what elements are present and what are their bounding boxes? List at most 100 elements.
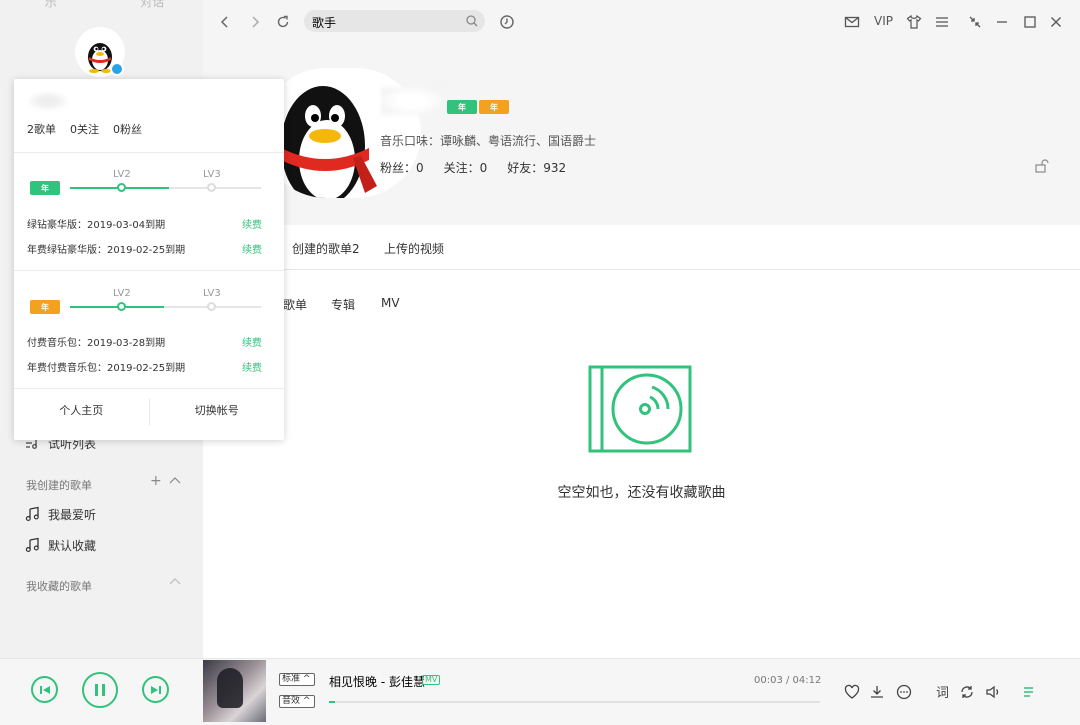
green-diamond-level: 年 LV2 LV3 (30, 169, 266, 199)
subtab-albums[interactable]: 专辑 (331, 296, 355, 313)
vip-expiry-text: 年费付费音乐包：2019-02-25到期 (27, 363, 186, 374)
vip-row: 年费付费音乐包：2019-02-25到期 续费 (27, 359, 262, 374)
level-track (70, 187, 261, 189)
vip-row: 绿钻豪华版：2019-03-04到期 续费 (27, 216, 262, 231)
vip-row: 付费音乐包：2019-03-28到期 续费 (27, 334, 262, 349)
sidebar-item-label: 默认收藏 (48, 538, 97, 553)
popup-actions: 个人主页 切换帐号 (14, 397, 284, 427)
level-to-label: LV3 (203, 288, 221, 299)
popup-name-blurred (26, 91, 70, 111)
playlist-count[interactable]: 2歌单 (27, 121, 56, 137)
level-next-dot (207, 183, 216, 192)
album-cover[interactable] (203, 660, 266, 722)
fans-count[interactable]: 0粉丝 (113, 121, 142, 137)
profile-name-blurred (381, 87, 443, 115)
level-next-dot (207, 302, 216, 311)
quality-select[interactable]: 标准 ^ (279, 673, 315, 686)
loop-icon[interactable] (958, 683, 976, 701)
next-button[interactable] (142, 676, 169, 703)
level-to-label: LV3 (203, 169, 221, 180)
refresh-icon[interactable] (274, 13, 292, 31)
more-icon[interactable] (895, 683, 913, 701)
previous-button[interactable] (31, 676, 58, 703)
add-playlist-icon[interactable]: + (150, 473, 162, 489)
back-arrow-icon[interactable] (216, 13, 234, 31)
play-queue-icon[interactable] (1022, 683, 1040, 701)
vip-button[interactable]: VIP (874, 14, 893, 28)
sidebar-item-favorites[interactable]: 我最爱听 (24, 504, 96, 524)
previous-icon (39, 685, 50, 694)
sound-effect-select[interactable]: 音效 ^ (279, 695, 315, 708)
player-bar: 标准 ^ 音效 ^ 相见恨晚 - 彭佳慧 MV 00:03 / 04:12 词 (0, 658, 1080, 725)
following-count[interactable]: 0关注 (70, 121, 99, 137)
sidebar-item-default-collection[interactable]: 默认收藏 (24, 535, 96, 555)
vip-expiry-text: 年费绿钻豪华版：2019-02-25到期 (27, 245, 186, 256)
friends-count[interactable]: 好友：932 (507, 159, 566, 176)
renew-link[interactable]: 续费 (242, 334, 262, 349)
history-clock-icon[interactable] (498, 13, 516, 31)
download-icon[interactable] (868, 683, 886, 701)
forward-arrow-icon[interactable] (246, 13, 264, 31)
music-pack-level: 年 LV2 LV3 (30, 288, 266, 318)
close-icon[interactable] (1047, 13, 1065, 31)
music-note-icon (25, 506, 39, 522)
search-icon[interactable] (465, 14, 479, 28)
pause-icon (95, 684, 105, 696)
pause-button[interactable] (82, 672, 118, 708)
now-playing-song[interactable]: 相见恨晚 - 彭佳慧 (329, 673, 425, 690)
fans-count[interactable]: 粉丝：0 (380, 159, 424, 176)
level-current-dot (117, 183, 126, 192)
renew-link[interactable]: 续费 (242, 359, 262, 374)
volume-icon[interactable] (984, 683, 1002, 701)
level-from-label: LV2 (113, 169, 131, 180)
following-count[interactable]: 关注：0 (444, 159, 488, 176)
empty-message: 空空如也，还没有收藏歌曲 (557, 485, 726, 501)
profile-tabs: 创建的歌单2 上传的视频 (203, 225, 1080, 270)
mv-badge[interactable]: MV (422, 675, 441, 685)
mail-icon[interactable] (843, 13, 861, 31)
personal-home-button[interactable]: 个人主页 (14, 397, 149, 427)
collapse-chevron-icon[interactable] (168, 474, 182, 490)
tab-uploaded-videos[interactable]: 上传的视频 (384, 240, 444, 257)
menu-icon[interactable] (933, 13, 951, 31)
unlock-icon[interactable] (1034, 158, 1050, 174)
collected-playlists-header: 我收藏的歌单 (26, 580, 92, 593)
subtab-playlists[interactable]: 歌单 (283, 296, 307, 313)
profile-header: 年 年 音乐口味：谭咏麟、粤语流行、国语爵士 粉丝：0 关注：0 好友：932 (203, 44, 1080, 225)
sidebar-tab[interactable]: 乐 (0, 0, 102, 16)
divider (14, 388, 284, 389)
level-track (70, 306, 261, 308)
switch-account-button[interactable]: 切换帐号 (150, 397, 285, 427)
sidebar-tab[interactable]: 对话 (102, 0, 204, 16)
online-badge-icon (110, 62, 124, 76)
subtab-mv[interactable]: MV (381, 296, 400, 310)
minimize-icon[interactable] (993, 13, 1011, 31)
green-diamond-badge-icon: 年 (30, 181, 60, 195)
top-bar: 歌手 VIP (203, 0, 1080, 44)
divider (14, 152, 284, 153)
next-icon (150, 685, 161, 694)
mini-mode-icon[interactable] (966, 13, 984, 31)
music-note-icon (25, 537, 39, 553)
collapse-chevron-icon[interactable] (168, 575, 182, 591)
lyric-button[interactable]: 词 (936, 682, 954, 701)
search-input[interactable]: 歌手 (304, 10, 485, 32)
maximize-icon[interactable] (1021, 13, 1039, 31)
sidebar-item-label: 我最爱听 (48, 507, 97, 522)
created-playlists-header: 我创建的歌单 (26, 479, 92, 492)
vip-row: 年费绿钻豪华版：2019-02-25到期 续费 (27, 241, 262, 256)
progress-fill (329, 701, 335, 703)
progress-bar[interactable] (329, 701, 820, 703)
vip-expiry-text: 绿钻豪华版：2019-03-04到期 (27, 220, 166, 231)
music-taste-text: 音乐口味：谭咏麟、粤语流行、国语爵士 (380, 134, 597, 148)
user-popup-card: 2歌单 0关注 0粉丝 年 LV2 LV3 绿钻豪华版：2019-03-04到期… (14, 79, 284, 440)
renew-link[interactable]: 续费 (242, 216, 262, 231)
level-current-dot (117, 302, 126, 311)
playback-time: 00:03 / 04:12 (754, 675, 822, 686)
heart-icon[interactable] (843, 683, 861, 701)
tab-created-playlists[interactable]: 创建的歌单2 (292, 240, 360, 257)
renew-link[interactable]: 续费 (242, 241, 262, 256)
skin-shirt-icon[interactable] (905, 13, 923, 31)
search-text: 歌手 (312, 16, 337, 30)
vip-expiry-text: 付费音乐包：2019-03-28到期 (27, 338, 166, 349)
